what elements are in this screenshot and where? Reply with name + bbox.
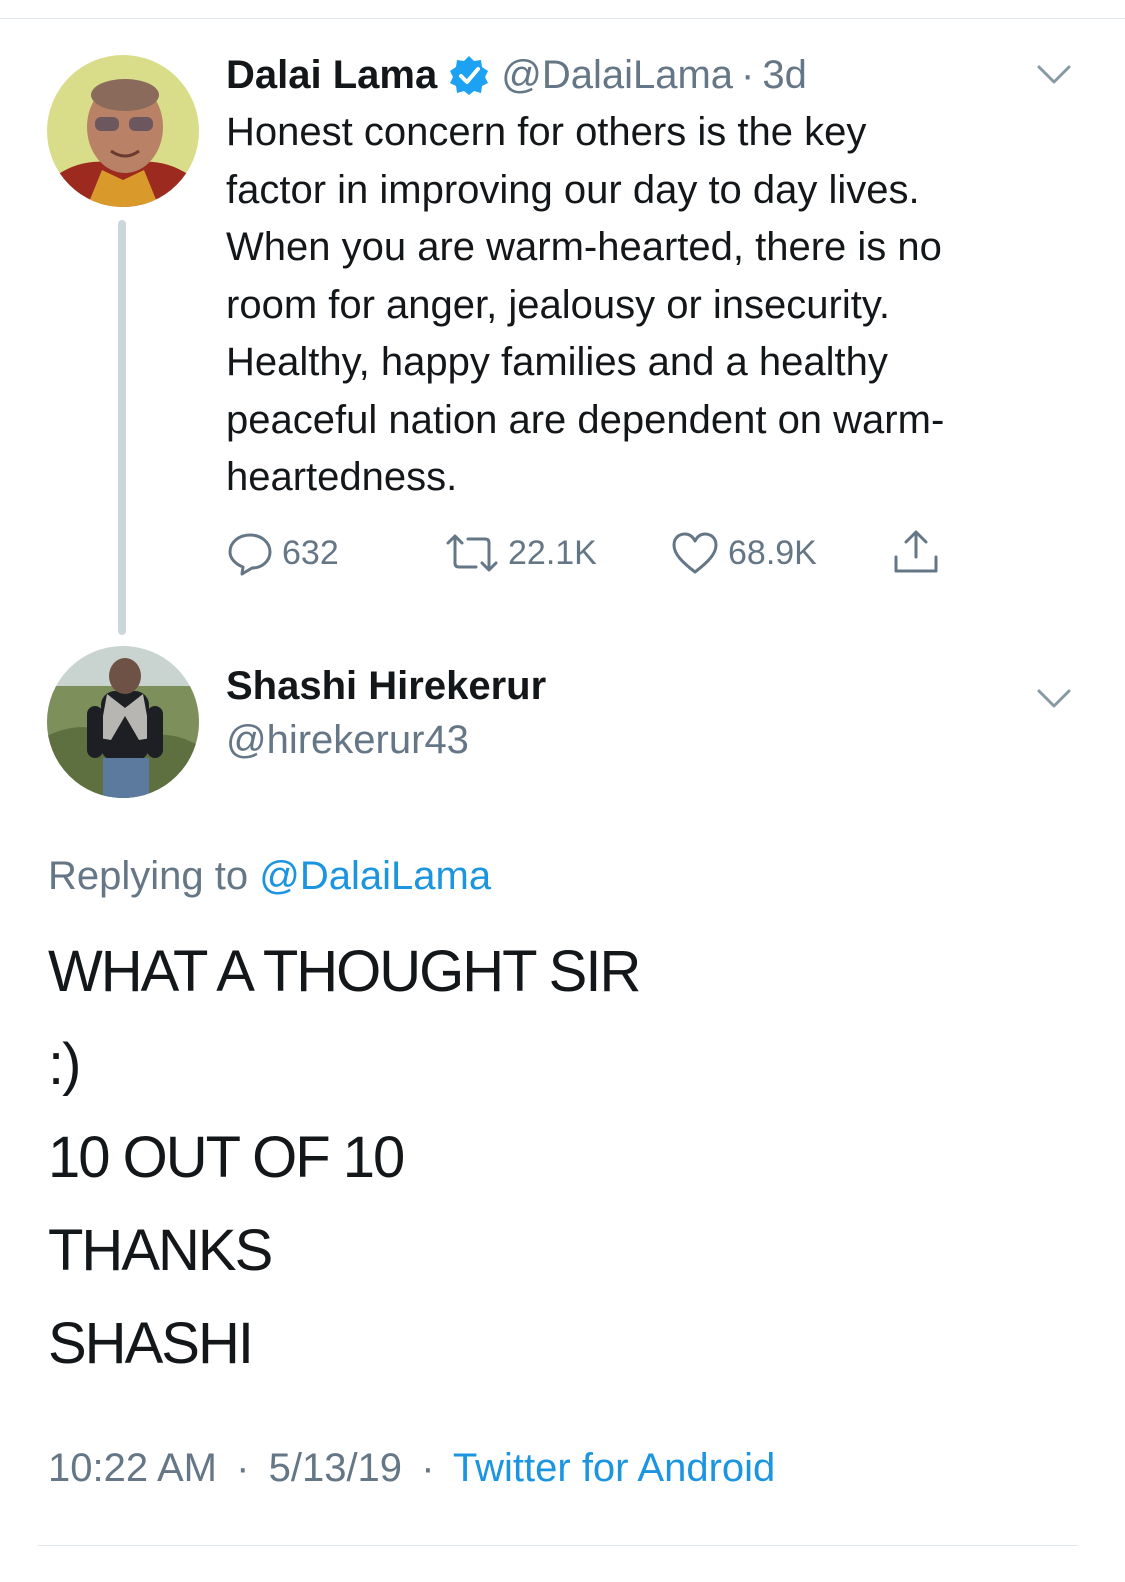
reply-text-line: SHASHI (48, 1311, 254, 1376)
heart-icon (672, 532, 718, 574)
author-name[interactable]: Dalai Lama (226, 53, 437, 98)
top-divider (0, 18, 1125, 19)
tweet-text-line: room for anger, jealousy or insecurity. (226, 282, 891, 327)
share-icon (894, 530, 938, 573)
reply-text-line: :) (48, 1032, 81, 1097)
tweet-text-line: When you are warm-hearted, there is no (226, 225, 942, 269)
bottom-divider (38, 1545, 1078, 1546)
reply-date: 5/13/19 (268, 1446, 403, 1490)
tweet-text-line: peaceful nation are dependent on warm- (226, 397, 945, 442)
separator-dot: · (236, 1446, 250, 1490)
tweet-action-bar: 632 22.1K 68.9K (226, 526, 966, 580)
tweet-text-line: heartedness. (226, 455, 458, 499)
tweet-text-line: Honest concern for others is the key (226, 110, 867, 154)
reply-text-line: 10 OUT OF 10 (48, 1125, 405, 1190)
shashi-hirekerur-avatar[interactable] (47, 646, 199, 798)
like-count: 68.9K (728, 533, 817, 572)
tweet-header: Dalai Lama @DalaiLama · 3d (226, 50, 807, 100)
reply-author-name[interactable]: Shashi Hirekerur (226, 664, 546, 709)
thread-connector-line (118, 220, 126, 635)
source-link[interactable]: Twitter for Android (453, 1446, 775, 1490)
separator-dot: · (421, 1446, 435, 1490)
reply-count: 632 (282, 533, 339, 572)
retweet-count: 22.1K (508, 533, 597, 572)
reply-text-line: WHAT A THOUGHT SIR (48, 939, 641, 1004)
tweet-text-line: factor in improving our day to day lives… (226, 167, 920, 212)
reply-text-line: THANKS (48, 1218, 273, 1283)
reply-button[interactable]: 632 (226, 526, 339, 580)
reply-icon (228, 533, 272, 576)
replying-to-line: Replying to @DalaiLama (48, 854, 491, 899)
tweet-text: Honest concern for others is the key fac… (226, 104, 1066, 507)
retweet-button[interactable]: 22.1K (444, 526, 597, 580)
share-button[interactable] (892, 526, 948, 580)
reply-metadata: 10:22 AM · 5/13/19 · Twitter for Android (48, 1446, 775, 1491)
tweet-time-ago[interactable]: 3d (762, 53, 807, 98)
tweet-text-line: Healthy, happy families and a healthy (226, 340, 888, 384)
dalai-lama-avatar[interactable] (47, 55, 199, 207)
author-handle[interactable]: @DalaiLama (501, 53, 733, 98)
reply-author-handle[interactable]: @hirekerur43 (226, 718, 469, 763)
chevron-down-icon[interactable] (1037, 64, 1071, 86)
chevron-down-icon[interactable] (1037, 688, 1071, 710)
replying-to-mention-link[interactable]: @DalaiLama (259, 854, 491, 898)
replying-to-label: Replying to (48, 854, 249, 898)
retweet-icon (446, 534, 498, 572)
separator-dot: · (741, 52, 755, 97)
verified-badge-icon (449, 55, 489, 95)
reply-time: 10:22 AM (48, 1446, 218, 1490)
like-button[interactable]: 68.9K (670, 526, 817, 580)
reply-text: WHAT A THOUGHT SIR :) 10 OUT OF 10 THANK… (48, 932, 641, 1397)
